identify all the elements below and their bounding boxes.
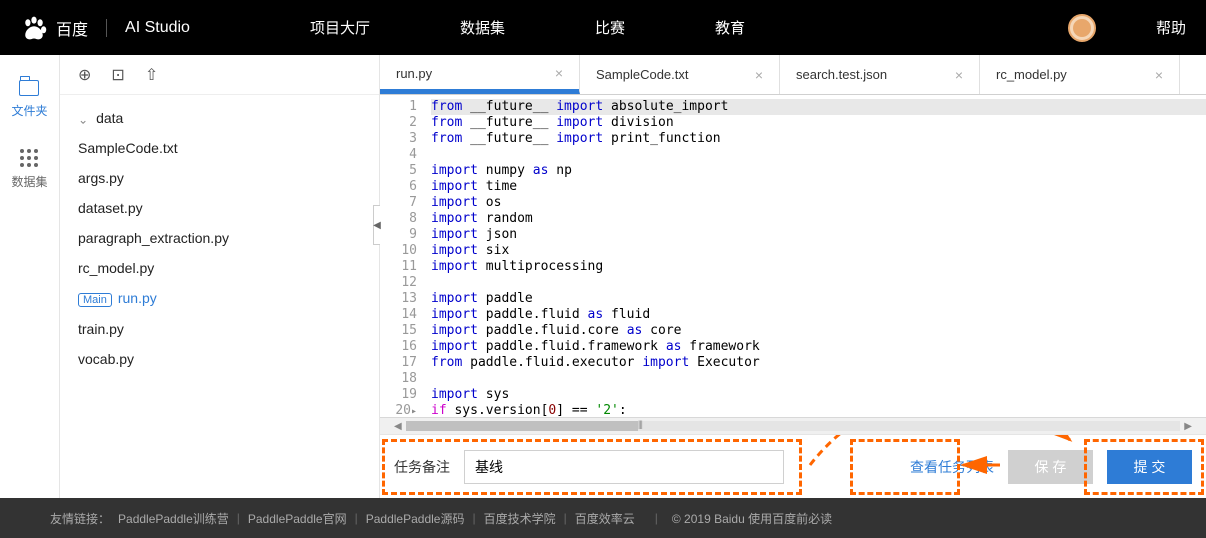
code-editor[interactable]: 1234567891011121314151617181920▸21222324… [380, 95, 1206, 417]
brand-sub: AI Studio [125, 19, 190, 37]
logo[interactable]: 百度 AI Studio [20, 14, 190, 42]
task-remark-input[interactable] [464, 450, 784, 484]
file-toolbar: ⊕ ⊡ ⇧ [60, 55, 379, 95]
top-nav: 项目大厅 数据集 比赛 教育 [310, 17, 745, 38]
nav-item-projects[interactable]: 项目大厅 [310, 17, 370, 38]
line-gutter: 1234567891011121314151617181920▸21222324 [380, 95, 425, 417]
left-rail: 文件夹 数据集 [0, 55, 60, 498]
new-file-icon[interactable]: ⊕ [78, 65, 91, 85]
horizontal-scrollbar[interactable]: ◀ ⫴ ▶ [380, 417, 1206, 434]
folder-icon [19, 80, 39, 96]
nav-item-datasets[interactable]: 数据集 [460, 17, 505, 38]
side-tab-files[interactable]: 文件夹 [11, 80, 47, 119]
code-content[interactable]: from __future__ import absolute_importfr… [425, 95, 1206, 417]
avatar[interactable] [1068, 14, 1096, 42]
main-area: 文件夹 数据集 ⊕ ⊡ ⇧ data SampleCode.txt args.p… [0, 55, 1206, 498]
action-bar: 任务备注 查看任务列表 保 存 提 交 [380, 434, 1206, 498]
nav-item-competitions[interactable]: 比赛 [595, 17, 625, 38]
upload-icon[interactable]: ⇧ [145, 65, 158, 85]
task-remark-label: 任务备注 [394, 457, 450, 477]
footer-copyright: © 2019 Baidu 使用百度前必读 [672, 510, 832, 527]
close-icon[interactable]: × [755, 67, 763, 83]
save-button[interactable]: 保 存 [1008, 450, 1093, 484]
footer-prefix: 友情链接： [50, 510, 110, 527]
main-badge: Main [78, 293, 112, 307]
side-tab-dataset[interactable]: 数据集 [11, 149, 47, 190]
tab-run-py[interactable]: run.py× [380, 55, 580, 94]
tab-search-json[interactable]: search.test.json× [780, 55, 980, 94]
footer-link[interactable]: 百度效率云 [575, 510, 635, 527]
editor-tabs: run.py× SampleCode.txt× search.test.json… [380, 55, 1206, 95]
tab-rc-model[interactable]: rc_model.py× [980, 55, 1180, 94]
tree-file[interactable]: vocab.py [74, 344, 365, 374]
footer: 友情链接： PaddlePaddle训练营| PaddlePaddle官网| P… [0, 498, 1206, 538]
footer-link[interactable]: 百度技术学院 [484, 510, 556, 527]
tree-folder-data[interactable]: data [74, 103, 365, 133]
footer-link[interactable]: PaddlePaddle官网 [248, 510, 347, 527]
topbar: 百度 AI Studio 项目大厅 数据集 比赛 教育 帮助 [0, 0, 1206, 55]
logo-separator [106, 19, 107, 37]
brand-cn: 百度 [56, 16, 88, 40]
tree-file[interactable]: train.py [74, 314, 365, 344]
baidu-paw-icon [20, 14, 48, 42]
tree-file[interactable]: dataset.py [74, 193, 365, 223]
side-tab-label: 数据集 [11, 173, 47, 190]
footer-link[interactable]: PaddlePaddle训练营 [118, 510, 229, 527]
tree-file[interactable]: paragraph_extraction.py [74, 223, 365, 253]
tree-file[interactable]: args.py [74, 163, 365, 193]
dataset-icon [20, 149, 38, 167]
new-folder-icon[interactable]: ⊡ [111, 65, 124, 85]
view-tasks-link[interactable]: 查看任务列表 [910, 457, 994, 477]
file-panel: ⊕ ⊡ ⇧ data SampleCode.txt args.py datase… [60, 55, 380, 498]
tree-file[interactable]: rc_model.py [74, 253, 365, 283]
help-link[interactable]: 帮助 [1156, 17, 1186, 38]
footer-link[interactable]: PaddlePaddle源码 [366, 510, 465, 527]
close-icon[interactable]: × [955, 67, 963, 83]
tab-samplecode[interactable]: SampleCode.txt× [580, 55, 780, 94]
close-icon[interactable]: × [1155, 67, 1163, 83]
file-tree: data SampleCode.txt args.py dataset.py p… [60, 95, 379, 382]
collapse-handle[interactable]: ◀ [373, 205, 380, 245]
close-icon[interactable]: × [555, 65, 563, 81]
side-tab-label: 文件夹 [11, 102, 47, 119]
tree-file[interactable]: SampleCode.txt [74, 133, 365, 163]
nav-item-education[interactable]: 教育 [715, 17, 745, 38]
submit-button[interactable]: 提 交 [1107, 450, 1192, 484]
editor-area: ◀ run.py× SampleCode.txt× search.test.js… [380, 55, 1206, 498]
tree-file-active[interactable]: Mainrun.py [74, 283, 365, 314]
